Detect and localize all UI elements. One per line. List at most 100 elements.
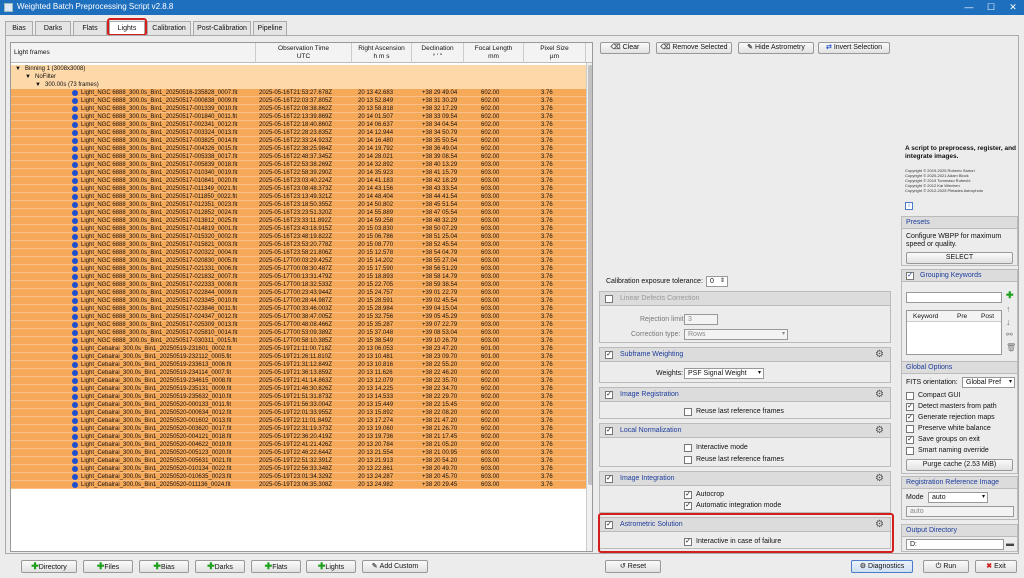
group-row-exposure[interactable]: ▼ 300.00s (73 frames) [11,81,586,89]
table-row[interactable]: Light_NGC 6888_300.0s_Bin1_20250517-0108… [11,177,586,185]
link-icon[interactable]: ⚯ [1006,330,1013,339]
table-row[interactable]: Light_NGC 6888_300.0s_Bin1_20250517-0223… [11,281,586,289]
add-darks-button[interactable]: ✚Darks [195,560,245,573]
table-row[interactable]: Light_Cebalrai_300.0s_Bin1_20250519-2321… [11,353,586,361]
tab-calibration[interactable]: Calibration [147,21,191,35]
table-row[interactable]: Light_Cebalrai_300.0s_Bin1_20250519-2356… [11,393,586,401]
group-row-filter[interactable]: ▼ NoFilter [11,73,586,81]
purge-cache-button[interactable]: Purge cache (2.53 MiB) [906,459,1013,471]
expand-icon[interactable]: ▼ [35,81,41,89]
table-row[interactable]: Light_Cebalrai_300.0s_Bin1_20250519-2346… [11,377,586,385]
reset-button[interactable]: ↺ Reset [605,560,661,573]
table-row[interactable]: Light_NGC 6888_300.0s_Bin1_20250517-0018… [11,113,586,121]
table-row[interactable]: Light_Cebalrai_300.0s_Bin1_20250520-0101… [11,465,586,473]
gear-icon[interactable]: ⚙ [875,389,884,400]
run-button[interactable]: ⏻ Run [923,560,969,573]
add-lights-button[interactable]: ✚Lights [306,560,356,573]
gear-icon[interactable]: ⚙ [875,473,884,484]
exit-button[interactable]: ✖ Exit [975,560,1017,573]
gear-icon[interactable]: ⚙ [875,425,884,436]
close-button[interactable]: ✕ [1002,0,1024,15]
linear-defects-checkbox[interactable] [605,295,613,303]
tolerance-spinbox[interactable]: 0 ⇕ [706,276,728,287]
table-row[interactable]: Light_Cebalrai_300.0s_Bin1_20250519-2351… [11,385,586,393]
light-frames-table[interactable]: Light frames Observation Time UTC Right A… [10,42,593,552]
table-row[interactable]: Light_NGC 6888_300.0s_Bin1_20250517-0258… [11,329,586,337]
table-row[interactable]: Light_Cebalrai_300.0s_Bin1_20250520-0106… [11,473,586,481]
white-balance-checkbox[interactable] [906,425,914,433]
fits-orientation-select[interactable]: Global Pref ▾ [962,377,1015,388]
invert-selection-button[interactable]: ⇄ Invert Selection [818,42,890,54]
diagnostics-button[interactable]: ⚙ Diagnostics [851,560,913,573]
expand-icon[interactable]: ▼ [25,73,31,81]
table-row[interactable]: Light_Cebalrai_300.0s_Bin1_20250520-0006… [11,409,586,417]
table-row[interactable]: Light_NGC 6888_300.0s_Bin1_20250517-0058… [11,161,586,169]
detect-masters-checkbox[interactable]: ✓ [906,403,914,411]
correction-type-select[interactable]: Rows ▾ [684,329,788,340]
group-row-binning[interactable]: ▼ Binning 1 (3008x3008) [11,65,586,73]
header-focal-length[interactable]: Focal Length mm [464,43,524,63]
folder-icon[interactable]: ▬ [1006,539,1014,548]
tab-pipeline[interactable]: Pipeline [253,21,287,35]
tab-darks[interactable]: Darks [35,21,71,35]
arrow-up-icon[interactable]: ↑ [1006,304,1011,314]
table-row[interactable]: Light_NGC 6888_300.0s_Bin1_20250517-0243… [11,313,586,321]
info-icon[interactable]: i [905,202,913,210]
clear-button[interactable]: ⌫ Clear [600,42,650,54]
table-row[interactable]: Light_NGC 6888_300.0s_Bin1_20250516-2358… [11,89,586,97]
table-row[interactable]: Light_Cebalrai_300.0s_Bin1_20250520-0111… [11,481,586,489]
add-directory-button[interactable]: ✚Directory [21,560,77,573]
grouping-checkbox[interactable]: ✓ [906,272,914,280]
add-bias-button[interactable]: ✚Bias [139,560,189,573]
tab-post-calibration[interactable]: Post-Calibration [193,21,251,35]
remove-selected-button[interactable]: ⌫ Remove Selected [656,42,732,54]
table-row[interactable]: Light_Cebalrai_300.0s_Bin1_20250520-0036… [11,425,586,433]
automatic-integration-checkbox[interactable]: ✓ [684,502,692,510]
header-light-frames[interactable]: Light frames [11,43,256,63]
table-row[interactable]: Light_NGC 6888_300.0s_Bin1_20250517-0038… [11,137,586,145]
image-registration-checkbox[interactable]: ✓ [605,391,613,399]
table-row[interactable]: Light_NGC 6888_300.0s_Bin1_20250517-0228… [11,289,586,297]
reuse-reference-checkbox[interactable] [684,408,692,416]
rejection-limit-spinbox[interactable]: 3 [684,314,718,325]
table-row[interactable]: Light_NGC 6888_300.0s_Bin1_20250517-0253… [11,321,586,329]
table-row[interactable]: Light_NGC 6888_300.0s_Bin1_20250517-0233… [11,297,586,305]
table-row[interactable]: Light_Cebalrai_300.0s_Bin1_20250520-0016… [11,417,586,425]
weights-select[interactable]: PSF Signal Weight ▾ [684,368,764,379]
image-integration-checkbox[interactable]: ✓ [605,475,613,483]
add-flats-button[interactable]: ✚Flats [251,560,301,573]
table-row[interactable]: Light_NGC 6888_300.0s_Bin1_20250517-0103… [11,169,586,177]
add-files-button[interactable]: ✚Files [83,560,133,573]
table-row[interactable]: Light_Cebalrai_300.0s_Bin1_20250519-2341… [11,369,586,377]
trash-icon[interactable]: 🗑 [1006,343,1016,352]
table-row[interactable]: Light_NGC 6888_300.0s_Bin1_20250517-0053… [11,153,586,161]
table-scrollbar[interactable] [586,63,592,551]
table-row[interactable]: Light_Cebalrai_300.0s_Bin1_20250520-0001… [11,401,586,409]
spin-arrow-icon[interactable]: ⇕ [720,277,725,286]
table-row[interactable]: Light_NGC 6888_300.0s_Bin1_20250517-0303… [11,337,586,345]
output-directory-input[interactable]: D: [906,539,1004,550]
keyword-table[interactable]: Keyword Pre Post [906,310,1002,355]
table-row[interactable]: Light_Cebalrai_300.0s_Bin1_20250520-0051… [11,449,586,457]
header-pixel-size[interactable]: Pixel Size µm [524,43,586,63]
header-declination[interactable]: Declination ° ' " [412,43,464,63]
maximize-button[interactable]: ☐ [980,0,1002,15]
table-row[interactable]: Light_NGC 6888_300.0s_Bin1_20250517-0238… [11,305,586,313]
select-preset-button[interactable]: SELECT [906,252,1013,264]
table-row[interactable]: Light_NGC 6888_300.0s_Bin1_20250517-0013… [11,105,586,113]
table-row[interactable]: Light_NGC 6888_300.0s_Bin1_20250517-0033… [11,129,586,137]
gear-icon[interactable]: ⚙ [875,349,884,360]
reference-image-field[interactable]: auto [906,506,1014,517]
subframe-weighting-checkbox[interactable]: ✓ [605,351,613,359]
hide-astrometry-button[interactable]: ✎ Hide Astrometry [738,42,814,54]
table-row[interactable]: Light_NGC 6888_300.0s_Bin1_20250517-0138… [11,217,586,225]
table-row[interactable]: Light_NGC 6888_300.0s_Bin1_20250517-0218… [11,273,586,281]
table-row[interactable]: Light_NGC 6888_300.0s_Bin1_20250517-0208… [11,257,586,265]
table-row[interactable]: Light_NGC 6888_300.0s_Bin1_20250517-0213… [11,265,586,273]
expand-icon[interactable]: ▼ [15,65,21,73]
table-row[interactable]: Light_NGC 6888_300.0s_Bin1_20250517-0008… [11,97,586,105]
add-custom-button[interactable]: ✎ Add Custom [362,560,428,573]
compact-gui-checkbox[interactable] [906,392,914,400]
arrow-down-icon[interactable]: ↓ [1006,317,1011,327]
table-row[interactable]: Light_Cebalrai_300.0s_Bin1_20250520-0056… [11,457,586,465]
